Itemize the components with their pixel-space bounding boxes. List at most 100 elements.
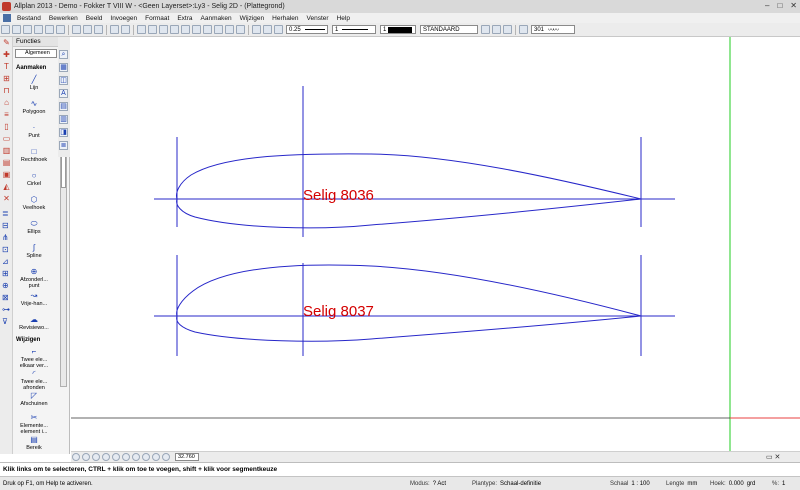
menu-help[interactable]: Help bbox=[333, 15, 354, 22]
snap-icon[interactable] bbox=[192, 25, 201, 34]
menu-invoegen[interactable]: Invoegen bbox=[106, 15, 141, 22]
palette-tool[interactable]: ☁ Revisiewo... bbox=[15, 315, 53, 331]
funnel-icon[interactable]: ⊽ bbox=[2, 317, 11, 326]
menu-formaat[interactable]: Formaat bbox=[141, 15, 173, 22]
properties-icon[interactable] bbox=[137, 25, 146, 34]
measure-icon[interactable] bbox=[203, 25, 212, 34]
text-style-icon[interactable]: A bbox=[59, 89, 68, 98]
palette-tool[interactable]: □ Rechthoek bbox=[15, 147, 53, 163]
select-icon[interactable] bbox=[159, 25, 168, 34]
window-element-icon[interactable]: ▭ bbox=[2, 135, 11, 143]
palette-tool[interactable]: ∫ Spline bbox=[15, 243, 53, 259]
redo-icon[interactable] bbox=[121, 25, 130, 34]
layer-visibility-icon[interactable] bbox=[503, 25, 512, 34]
angle-indicator[interactable]: Hoek: 0.000 grd bbox=[710, 481, 755, 487]
save-icon[interactable] bbox=[23, 25, 32, 34]
palette-tool[interactable]: ⬡ Veelhoek bbox=[15, 195, 53, 211]
grid-icon[interactable] bbox=[181, 25, 190, 34]
zoom-extents-icon[interactable] bbox=[72, 453, 80, 461]
refresh-icon[interactable] bbox=[122, 453, 130, 461]
layer-select[interactable]: STANDAARD bbox=[420, 25, 478, 34]
hatch-icon[interactable] bbox=[519, 25, 528, 34]
menu-extra[interactable]: Extra bbox=[173, 15, 196, 22]
palette-tool[interactable]: ⬭ Ellips bbox=[15, 219, 53, 235]
redraw-icon[interactable] bbox=[152, 453, 160, 461]
menu-venster[interactable]: Venster bbox=[303, 15, 333, 22]
zoom-out-icon[interactable] bbox=[112, 453, 120, 461]
next-view-icon[interactable] bbox=[142, 453, 150, 461]
palette-tool[interactable]: ⌐ Twee ele... elkaar ver... bbox=[15, 347, 53, 369]
percent-indicator[interactable]: %: 1 bbox=[772, 481, 785, 487]
airfoil-selig-8036[interactable]: Selig 8036 bbox=[154, 86, 675, 237]
network-icon[interactable]: ⋔ bbox=[2, 233, 11, 242]
text-icon[interactable]: T bbox=[2, 63, 11, 71]
scale-indicator[interactable]: Schaal 1 : 100 bbox=[610, 481, 650, 487]
palette-tool[interactable]: ▤ Bereik bbox=[15, 435, 53, 451]
delete-icon[interactable] bbox=[148, 25, 157, 34]
color-select[interactable]: 1 bbox=[380, 25, 416, 34]
category-select[interactable]: Algemeen bbox=[15, 49, 57, 58]
layers-icon[interactable]: ≣ bbox=[2, 209, 11, 218]
minimize-icon[interactable]: – bbox=[765, 1, 769, 10]
new-file-icon[interactable] bbox=[1, 25, 10, 34]
terrain-icon[interactable]: ◭ bbox=[2, 183, 11, 191]
cancel-icon[interactable]: ✕ bbox=[2, 195, 11, 203]
roof-icon[interactable]: ⌂ bbox=[2, 99, 11, 107]
active-tool-icon[interactable]: ⊠ bbox=[2, 293, 11, 302]
format-icon[interactable] bbox=[274, 25, 283, 34]
list-palette-icon[interactable]: ≣ bbox=[59, 141, 68, 150]
pen-thickness-select[interactable]: 0.25 bbox=[286, 25, 328, 34]
length-indicator[interactable]: Lengte mm bbox=[666, 481, 697, 487]
menu-bewerken[interactable]: Bewerken bbox=[45, 15, 82, 22]
print-icon[interactable] bbox=[34, 25, 43, 34]
document-menu-icon[interactable] bbox=[3, 14, 11, 22]
table-palette-icon[interactable]: ▥ bbox=[59, 115, 68, 124]
menu-bestand[interactable]: Bestand bbox=[13, 15, 45, 22]
format-painter-icon[interactable] bbox=[263, 25, 272, 34]
render-icon[interactable] bbox=[225, 25, 234, 34]
close-icon[interactable]: ✕ bbox=[790, 1, 797, 10]
lightbulb-icon[interactable] bbox=[492, 25, 501, 34]
open-file-icon[interactable] bbox=[12, 25, 21, 34]
line-type-select[interactable]: 1 bbox=[332, 25, 376, 34]
wizard-icon[interactable]: ⊕ bbox=[2, 281, 11, 290]
layer-icon[interactable] bbox=[170, 25, 179, 34]
view-settings-icon[interactable] bbox=[162, 453, 170, 461]
beam-icon[interactable]: ▤ bbox=[2, 159, 11, 167]
previous-view-icon[interactable] bbox=[132, 453, 140, 461]
palette-tool[interactable]: ∿ Polygoon bbox=[15, 99, 53, 115]
copy-icon[interactable] bbox=[83, 25, 92, 34]
drawing-canvas[interactable]: Selig 8036 Selig 8037 bbox=[71, 37, 800, 451]
dimension-icon[interactable]: ✚ bbox=[2, 51, 11, 59]
palette-tool[interactable]: ○ Cirkel bbox=[15, 171, 53, 187]
menu-beeld[interactable]: Beeld bbox=[82, 15, 107, 22]
search-icon[interactable]: ⌕ bbox=[59, 50, 68, 59]
zoom-window-icon[interactable] bbox=[82, 453, 90, 461]
bridge-icon[interactable]: ⊓ bbox=[2, 87, 11, 95]
menu-herhalen[interactable]: Herhalen bbox=[268, 15, 302, 22]
layers-palette-icon[interactable]: ◫ bbox=[59, 76, 68, 85]
menu-wijzigen[interactable]: Wijzigen bbox=[236, 15, 269, 22]
stairs-icon[interactable]: ≡ bbox=[2, 111, 11, 119]
menu-aanmaken[interactable]: Aanmaken bbox=[197, 15, 236, 22]
palette-tool[interactable]: ✂ Elemente... element i... bbox=[15, 413, 53, 435]
print-preview-icon[interactable] bbox=[45, 25, 54, 34]
palette-tool[interactable]: ◸ Afschuinen bbox=[15, 391, 53, 407]
chart-palette-icon[interactable]: ◨ bbox=[59, 128, 68, 137]
wall-icon[interactable]: ⊞ bbox=[2, 75, 11, 83]
palette-tool[interactable]: ◜ Twee ele... afronden bbox=[15, 369, 53, 391]
palette-tool[interactable]: ↝ Vrije-han... bbox=[15, 291, 53, 307]
structure-icon[interactable]: ⊟ bbox=[2, 221, 11, 230]
maximize-icon[interactable]: □ bbox=[777, 1, 782, 10]
zoom-value-field[interactable]: 32.760 bbox=[175, 453, 199, 461]
chart-icon[interactable]: ⊿ bbox=[2, 257, 11, 266]
zoom-in-icon[interactable] bbox=[102, 453, 110, 461]
room-icon[interactable]: ▣ bbox=[2, 171, 11, 179]
hatch-select[interactable]: 301 〰〰 bbox=[531, 25, 575, 34]
airfoil-selig-8037[interactable]: Selig 8037 bbox=[154, 255, 675, 356]
window-control-icons[interactable]: ▭ ✕ bbox=[766, 453, 780, 461]
grid-palette-icon[interactable]: ▤ bbox=[59, 102, 68, 111]
pan-icon[interactable] bbox=[92, 453, 100, 461]
connect-icon[interactable]: ⊶ bbox=[2, 305, 11, 314]
undo-icon[interactable] bbox=[110, 25, 119, 34]
